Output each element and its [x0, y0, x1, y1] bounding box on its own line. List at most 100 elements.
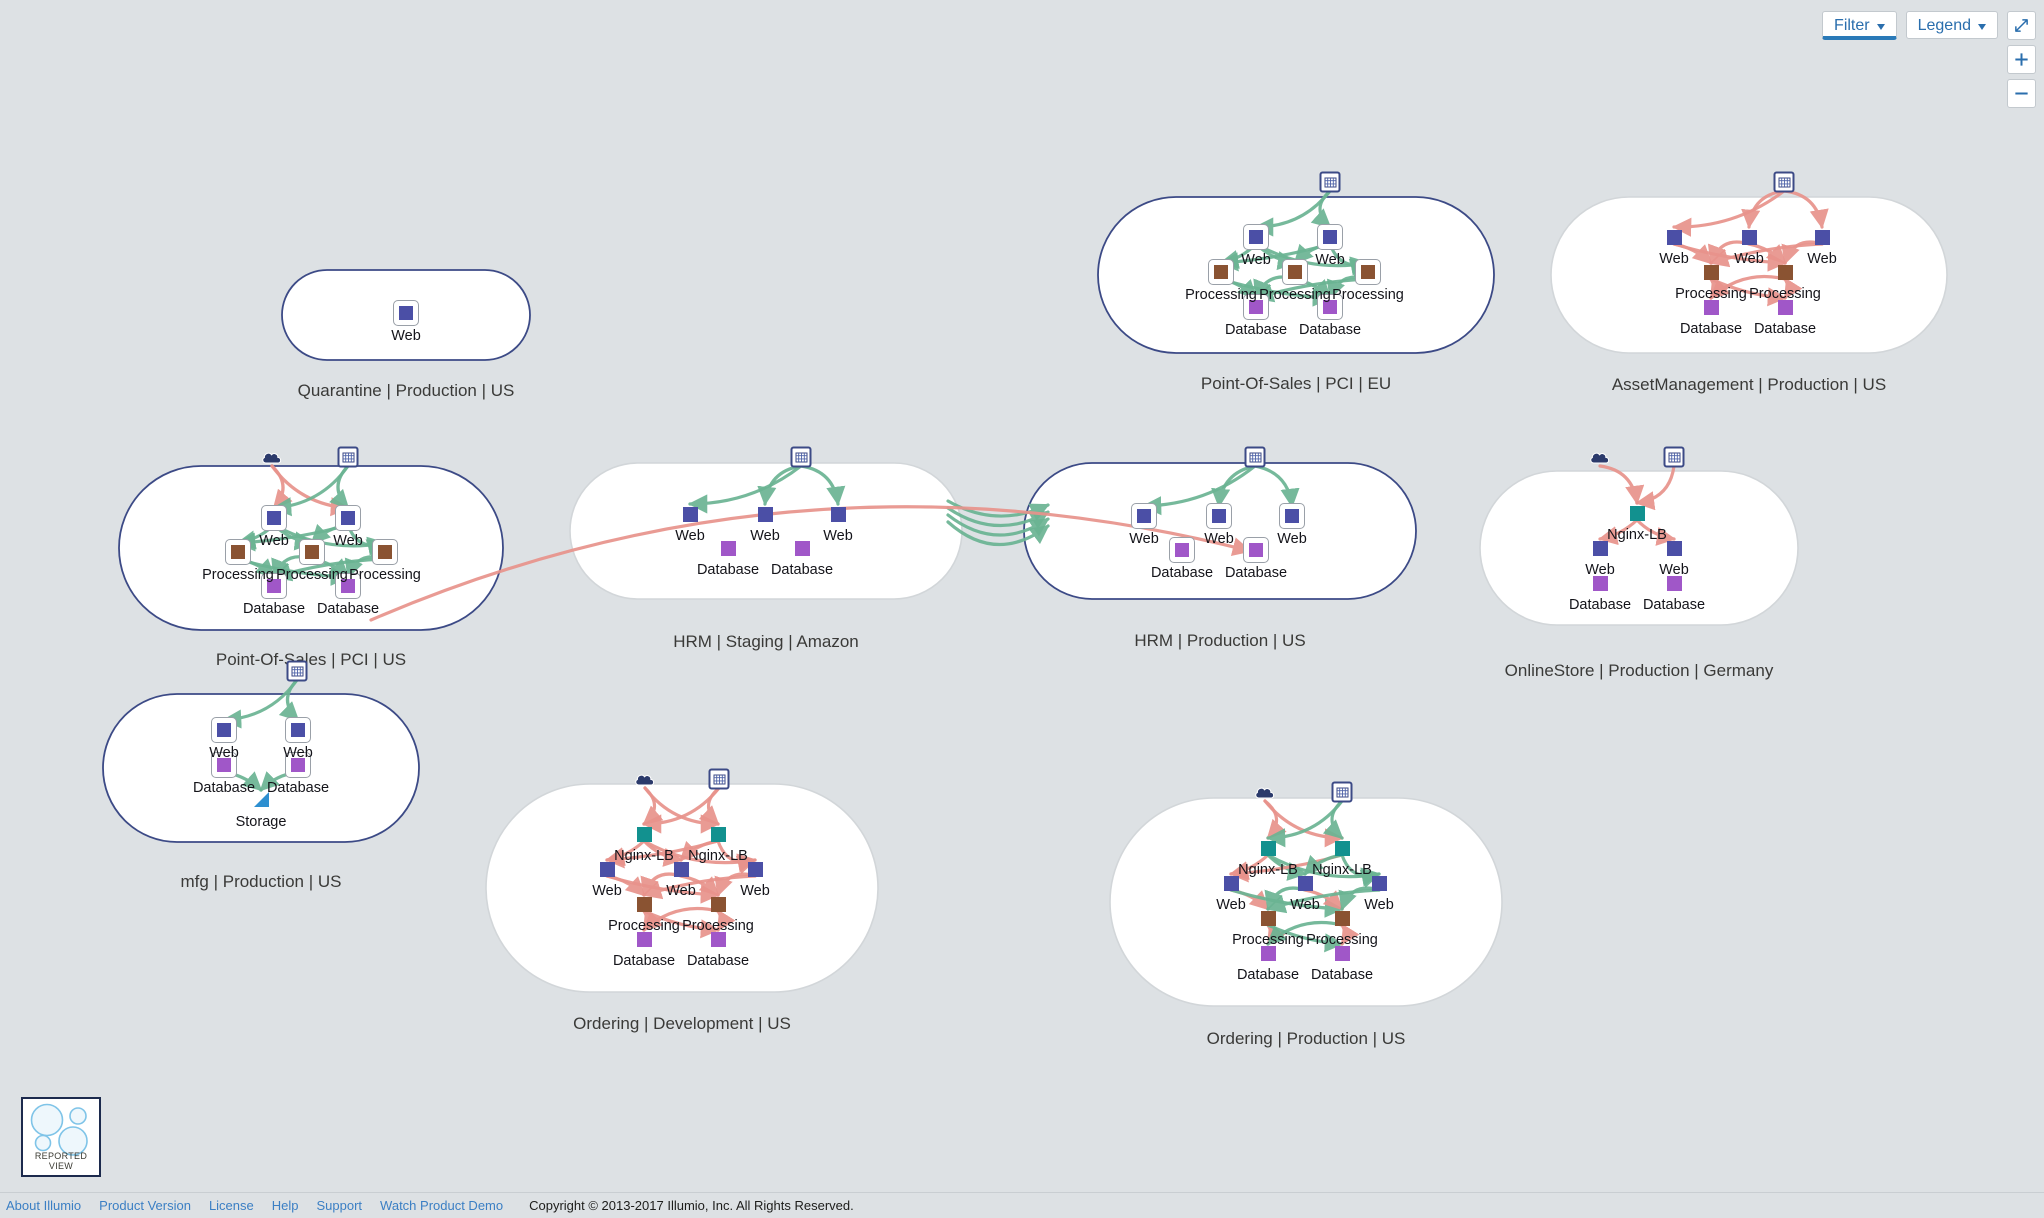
workload-node-processing[interactable] — [372, 539, 398, 565]
workload-label-web: Web — [391, 328, 421, 344]
datacenter-grid-icon[interactable] — [1663, 446, 1685, 468]
workload-node-database[interactable] — [1255, 940, 1281, 966]
workload-node-processing[interactable] — [299, 539, 325, 565]
footer-link-support[interactable]: Support — [317, 1198, 363, 1213]
workload-label-storage: Storage — [235, 814, 287, 830]
workload-node-web[interactable] — [1292, 870, 1318, 896]
footer-copyright: Copyright © 2013-2017 Illumio, Inc. All … — [529, 1198, 854, 1213]
workload-node-web[interactable] — [742, 856, 768, 882]
workload-node-database[interactable] — [715, 535, 741, 561]
workload-label-database: Database — [686, 953, 750, 969]
workload-node-nginx-lb[interactable] — [1624, 500, 1650, 526]
workload-node-web[interactable] — [211, 717, 237, 743]
workload-node-database[interactable] — [1661, 570, 1687, 596]
workload-node-database[interactable] — [705, 926, 731, 952]
reported-view-widget[interactable]: REPORTED VIEW — [21, 1097, 101, 1177]
workload-node-nginx-lb[interactable] — [1329, 835, 1355, 861]
fullscreen-button[interactable] — [2007, 11, 2036, 40]
workload-label-web: Web — [1129, 531, 1159, 547]
filter-button[interactable]: Filter — [1822, 11, 1897, 40]
workload-node-database[interactable] — [261, 573, 287, 599]
workload-node-web[interactable] — [1661, 224, 1687, 250]
workload-node-web[interactable] — [1366, 870, 1392, 896]
workload-node-database[interactable] — [1329, 940, 1355, 966]
datacenter-grid-icon[interactable] — [1319, 171, 1341, 193]
workload-node-database[interactable] — [335, 573, 361, 599]
datacenter-grid-icon[interactable] — [337, 446, 359, 468]
workload-node-database[interactable] — [211, 752, 237, 778]
role-swatch-processing — [1334, 910, 1350, 926]
workload-node-web[interactable] — [1243, 224, 1269, 250]
workload-node-processing[interactable] — [631, 891, 657, 917]
datacenter-grid-icon[interactable] — [1331, 781, 1353, 803]
workload-node-database[interactable] — [1169, 537, 1195, 563]
workload-node-processing[interactable] — [1282, 259, 1308, 285]
workload-label-database: Database — [1310, 967, 1374, 983]
workload-node-storage[interactable] — [248, 786, 274, 812]
workload-node-web[interactable] — [1587, 535, 1613, 561]
workload-label-database: Database — [1642, 597, 1706, 613]
workload-node-nginx-lb[interactable] — [631, 821, 657, 847]
workload-node-web[interactable] — [1279, 503, 1305, 529]
internet-cloud-icon[interactable] — [634, 771, 656, 787]
internet-cloud-icon[interactable] — [261, 449, 283, 465]
workload-node-database[interactable] — [1317, 294, 1343, 320]
footer-link-license[interactable]: License — [209, 1198, 254, 1213]
workload-node-web[interactable] — [1131, 503, 1157, 529]
role-swatch-web — [1371, 875, 1387, 891]
workload-node-processing[interactable] — [1772, 259, 1798, 285]
workload-node-processing[interactable] — [1255, 905, 1281, 931]
workload-node-database[interactable] — [1587, 570, 1613, 596]
datacenter-grid-icon[interactable] — [790, 446, 812, 468]
workload-node-database[interactable] — [1772, 294, 1798, 320]
footer-link-about-illumio[interactable]: About Illumio — [6, 1198, 81, 1213]
workload-node-web[interactable] — [393, 300, 419, 326]
workload-label-web: Web — [1659, 251, 1689, 267]
workload-node-web[interactable] — [1661, 535, 1687, 561]
workload-node-processing[interactable] — [1698, 259, 1724, 285]
workload-node-processing[interactable] — [1355, 259, 1381, 285]
zoom-in-button[interactable] — [2007, 45, 2036, 74]
zoom-out-button[interactable] — [2007, 79, 2036, 108]
legend-button[interactable]: Legend — [1905, 11, 1998, 39]
workload-node-database[interactable] — [1243, 537, 1269, 563]
workload-node-web[interactable] — [677, 501, 703, 527]
footer-link-help[interactable]: Help — [272, 1198, 299, 1213]
workload-node-processing[interactable] — [705, 891, 731, 917]
workload-node-database[interactable] — [1243, 294, 1269, 320]
workload-node-web[interactable] — [1809, 224, 1835, 250]
group-label-hrm-staging-amazon: HRM | Staging | Amazon — [673, 632, 859, 651]
workload-node-web[interactable] — [1317, 224, 1343, 250]
workload-node-web[interactable] — [1736, 224, 1762, 250]
datacenter-grid-icon[interactable] — [1773, 171, 1795, 193]
workload-node-processing[interactable] — [225, 539, 251, 565]
workload-node-web[interactable] — [825, 501, 851, 527]
workload-node-processing[interactable] — [1329, 905, 1355, 931]
workload-node-processing[interactable] — [1208, 259, 1234, 285]
datacenter-grid-icon[interactable] — [1244, 446, 1266, 468]
workload-node-database[interactable] — [285, 752, 311, 778]
workload-label-web: Web — [740, 883, 770, 899]
workload-node-web[interactable] — [1218, 870, 1244, 896]
workload-node-database[interactable] — [1698, 294, 1724, 320]
workload-node-web[interactable] — [261, 505, 287, 531]
workload-node-web[interactable] — [285, 717, 311, 743]
workload-node-nginx-lb[interactable] — [705, 821, 731, 847]
role-swatch-processing — [1703, 264, 1719, 280]
workload-node-web[interactable] — [1206, 503, 1232, 529]
workload-node-database[interactable] — [789, 535, 815, 561]
workload-node-web[interactable] — [752, 501, 778, 527]
workload-node-web[interactable] — [668, 856, 694, 882]
footer-link-product-version[interactable]: Product Version — [99, 1198, 191, 1213]
workload-node-web[interactable] — [335, 505, 361, 531]
workload-node-database[interactable] — [631, 926, 657, 952]
footer-link-watch-product-demo[interactable]: Watch Product Demo — [380, 1198, 503, 1213]
internet-cloud-icon[interactable] — [1254, 784, 1276, 800]
datacenter-grid-icon[interactable] — [708, 768, 730, 790]
role-swatch-web — [757, 506, 773, 522]
internet-cloud-icon[interactable] — [1589, 449, 1611, 465]
workload-node-web[interactable] — [594, 856, 620, 882]
workload-node-nginx-lb[interactable] — [1255, 835, 1281, 861]
legend-button-label: Legend — [1917, 17, 1971, 34]
datacenter-grid-icon[interactable] — [286, 660, 308, 682]
